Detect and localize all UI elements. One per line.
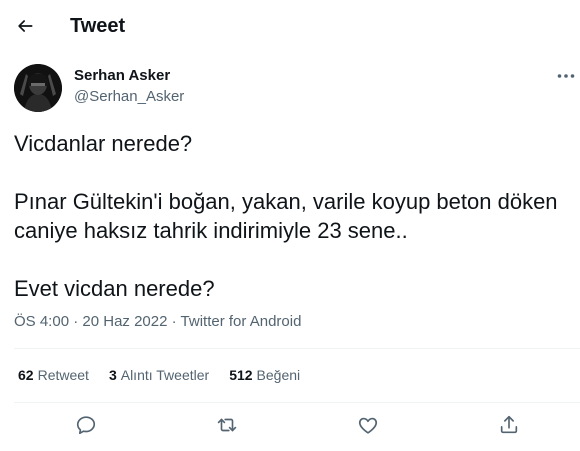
- tweet-meta: ÖS 4:00 · 20 Haz 2022 · Twitter for Andr…: [14, 312, 301, 332]
- like-button[interactable]: [355, 413, 381, 437]
- tweet-source[interactable]: Twitter for Android: [181, 313, 302, 330]
- like-icon: [358, 417, 378, 434]
- share-button[interactable]: [496, 413, 522, 437]
- tweet-stats: 62 Retweet 3 Alıntı Tweetler 512 Beğeni: [18, 366, 300, 384]
- retweets-count: 62: [18, 367, 34, 383]
- tweet-time[interactable]: ÖS 4:00: [14, 313, 69, 330]
- retweet-icon: [217, 418, 237, 432]
- header: Tweet: [0, 0, 580, 52]
- author-name[interactable]: Serhan Asker: [74, 67, 170, 85]
- retweet-button[interactable]: [214, 413, 240, 437]
- quotes-label: Alıntı Tweetler: [120, 367, 210, 383]
- share-icon: [500, 415, 518, 434]
- likes-count: 512: [229, 367, 253, 383]
- meta-separator: ·: [73, 313, 79, 330]
- quotes-count: 3: [108, 367, 117, 383]
- more-horizontal-icon: [557, 74, 575, 78]
- reply-icon: [76, 416, 96, 435]
- page-title: Tweet: [70, 15, 126, 37]
- likes-stat[interactable]: 512 Beğeni: [229, 366, 300, 384]
- tweet-date[interactable]: 20 Haz 2022: [82, 313, 167, 330]
- quotes-stat[interactable]: 3 Alıntı Tweetler: [109, 366, 209, 384]
- avatar-image: [14, 64, 62, 112]
- retweets-stat[interactable]: 62 Retweet: [18, 366, 89, 384]
- tweet-text: Vicdanlar nerede? Pınar Gültekin'i boğan…: [14, 131, 558, 301]
- more-options-button[interactable]: [553, 66, 579, 86]
- likes-label: Beğeni: [256, 367, 301, 383]
- action-bar: [0, 405, 580, 445]
- avatar[interactable]: [14, 64, 62, 112]
- meta-separator: ·: [171, 313, 177, 330]
- retweets-label: Retweet: [37, 367, 89, 383]
- divider: [14, 402, 580, 403]
- author-handle[interactable]: @Serhan_Asker: [74, 88, 184, 106]
- back-button[interactable]: [8, 9, 42, 43]
- reply-button[interactable]: [73, 413, 99, 437]
- divider: [14, 348, 580, 349]
- arrow-left-icon: [18, 20, 33, 32]
